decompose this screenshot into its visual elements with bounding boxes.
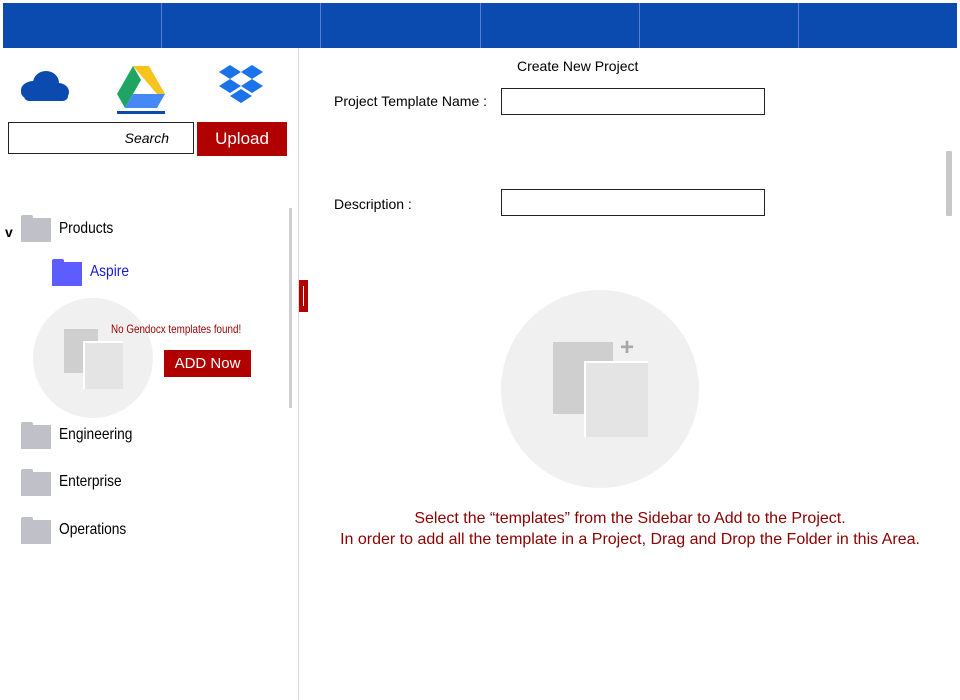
- sidebar-collapse-handle[interactable]: [299, 280, 308, 312]
- template-name-label: Project Template Name :: [334, 93, 488, 109]
- template-name-input[interactable]: [501, 88, 765, 115]
- tree-item-enterprise[interactable]: Enterprise: [59, 473, 122, 491]
- page-title: Create New Project: [517, 58, 639, 74]
- description-label: Description :: [334, 196, 412, 212]
- folder-icon: [21, 215, 51, 242]
- folder-icon: [21, 469, 51, 496]
- tree-item-operations[interactable]: Operations: [59, 521, 126, 539]
- onedrive-icon[interactable]: [16, 70, 70, 107]
- tree-item-engineering[interactable]: Engineering: [59, 426, 132, 444]
- template-drop-zone[interactable]: [501, 290, 699, 488]
- instruction-line-2: In order to add all the template in a Pr…: [340, 531, 920, 548]
- google-drive-icon[interactable]: [116, 64, 166, 114]
- description-input[interactable]: [501, 189, 765, 216]
- expand-caret-icon[interactable]: v: [5, 224, 13, 240]
- top-nav-tab-1[interactable]: [3, 3, 163, 48]
- search-input[interactable]: [9, 123, 193, 153]
- search-box: [8, 122, 194, 154]
- add-plus-icon: +: [620, 334, 635, 361]
- no-templates-message: No Gendocx templates found!: [111, 322, 242, 336]
- folder-icon: [21, 517, 51, 544]
- top-nav-tab-5[interactable]: [640, 3, 799, 48]
- tree-item-aspire[interactable]: Aspire: [90, 263, 129, 281]
- add-now-button[interactable]: ADD Now: [164, 350, 251, 377]
- folder-icon: [21, 422, 51, 449]
- tree-scrollbar[interactable]: [289, 208, 292, 408]
- cloud-service-row: [0, 58, 298, 114]
- top-nav-tab-3[interactable]: [321, 3, 481, 48]
- selected-indicator: [117, 111, 165, 114]
- tree-item-products[interactable]: Products: [59, 220, 113, 238]
- top-nav-bar: [3, 3, 957, 48]
- upload-button[interactable]: Upload: [197, 122, 287, 156]
- sidebar-divider: [298, 48, 299, 700]
- top-nav-tab-6[interactable]: [799, 3, 957, 48]
- main-scrollbar[interactable]: [946, 151, 952, 216]
- dropbox-icon[interactable]: [219, 65, 263, 110]
- sidebar: Upload v Products Aspire No Gendocx temp…: [0, 48, 298, 700]
- instruction-line-1: Select the “templates” from the Sidebar …: [414, 510, 846, 527]
- empty-templates-illustration: [33, 298, 153, 418]
- top-nav-tab-2[interactable]: [162, 3, 322, 48]
- folder-icon: [52, 259, 82, 286]
- top-nav-tab-4[interactable]: [481, 3, 640, 48]
